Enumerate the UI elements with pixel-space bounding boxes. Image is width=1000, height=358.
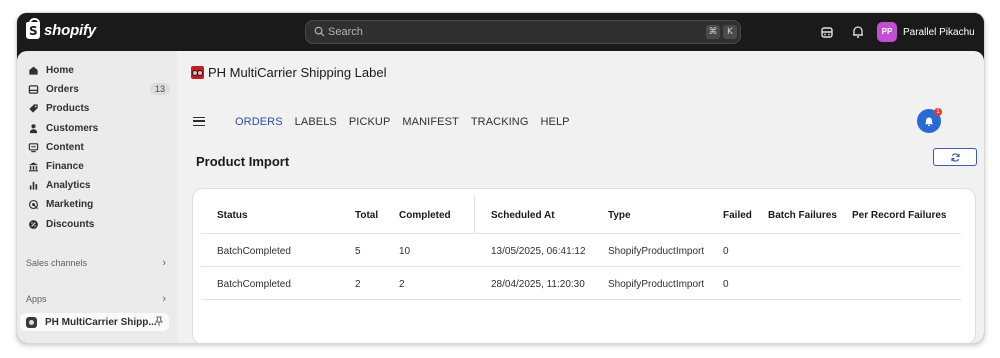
cell-status: BatchCompleted [217, 246, 291, 257]
sidebar-item-content[interactable]: Content [25, 138, 171, 157]
cell-scheduled-at: 28/04/2025, 11:20:30 [491, 279, 585, 290]
column-header-total[interactable]: Total [355, 210, 378, 221]
sidebar: Home Orders 13 Products Customers Conten… [17, 51, 177, 343]
sidebar-item-marketing[interactable]: Marketing [25, 195, 171, 214]
tab-orders[interactable]: ORDERS [235, 116, 283, 128]
bar-chart-icon [29, 182, 38, 190]
tab-help[interactable]: HELP [540, 116, 569, 128]
pin-icon[interactable] [154, 316, 164, 327]
person-icon [29, 123, 38, 133]
column-header-batch-failures[interactable]: Batch Failures [768, 210, 837, 221]
target-icon [28, 200, 39, 210]
refresh-icon [951, 153, 960, 162]
chevron-right-icon: › [162, 257, 166, 269]
table-row: BatchCompleted 2 2 28/04/2025, 11:20:30 … [201, 267, 961, 300]
bell-icon[interactable] [850, 24, 866, 40]
cell-total: 5 [355, 246, 361, 257]
orders-count-badge: 13 [149, 83, 170, 96]
cell-failed: 0 [723, 279, 729, 290]
app-header: PH MultiCarrier Shipping Label [191, 65, 386, 80]
app-nav-tabs: ORDERS LABELS PICKUP MANIFEST TRACKING H… [235, 116, 582, 128]
page-title: Product Import [196, 154, 290, 169]
cell-total: 2 [355, 279, 361, 290]
sidebar-item-label: Customers [46, 122, 99, 134]
sidebar-nav: Home Orders 13 Products Customers Conten… [25, 61, 171, 234]
tag-icon [29, 104, 38, 114]
cell-completed: 2 [399, 279, 405, 290]
table-row: BatchCompleted 5 10 13/05/2025, 06:41:12… [201, 234, 961, 267]
avatar: PP [877, 22, 897, 42]
main-content: PH MultiCarrier Shipping Label ORDERS LA… [177, 51, 984, 343]
import-table-card: Status Total Completed Scheduled At Type… [193, 189, 975, 343]
app-icon [26, 316, 37, 328]
user-name: Parallel Pikachu [903, 26, 975, 38]
sidebar-item-label: Home [46, 65, 74, 77]
notification-count-badge: 1 [934, 108, 942, 116]
refresh-button[interactable] [933, 148, 977, 166]
sidebar-item-ph-multicarrier-app[interactable]: PH MultiCarrier Shipp... [20, 313, 169, 331]
shortcut-key-cmd: ⌘ [706, 25, 720, 39]
store-icon[interactable] [819, 24, 835, 40]
column-header-type[interactable]: Type [608, 210, 631, 221]
sidebar-item-label: Discounts [46, 218, 95, 230]
sales-channels-section[interactable]: Sales channels › [26, 257, 166, 269]
column-header-scheduled-at[interactable]: Scheduled At [491, 210, 555, 221]
sidebar-item-finance[interactable]: Finance [25, 157, 171, 176]
bell-icon [925, 117, 933, 127]
sidebar-item-label: Marketing [46, 199, 94, 211]
table-header-row: Status Total Completed Scheduled At Type… [201, 195, 961, 234]
cell-completed: 10 [399, 246, 411, 257]
tab-tracking[interactable]: TRACKING [471, 116, 529, 128]
column-divider[interactable] [474, 195, 475, 234]
user-menu[interactable]: PP Parallel Pikachu [877, 22, 975, 42]
cell-type: ShopifyProductImport [608, 279, 705, 290]
tab-pickup[interactable]: PICKUP [349, 116, 391, 128]
sidebar-item-label: PH MultiCarrier Shipp... [45, 316, 157, 328]
sidebar-item-label: Finance [46, 161, 84, 173]
ph-app-logo-icon [191, 66, 204, 79]
top-bar: S shopify Search ⌘ K PP Parallel Pikachu [17, 13, 984, 51]
sidebar-item-label: Products [46, 103, 90, 115]
notifications-button[interactable]: 1 [917, 108, 942, 133]
search-placeholder: Search [328, 26, 363, 38]
home-icon [29, 66, 38, 75]
bank-icon [28, 162, 39, 172]
sidebar-item-home[interactable]: Home [25, 61, 171, 80]
column-header-per-record-failures[interactable]: Per Record Failures [852, 210, 946, 221]
column-header-failed[interactable]: Failed [723, 210, 752, 221]
tab-manifest[interactable]: MANIFEST [402, 116, 458, 128]
discount-icon [29, 219, 38, 229]
content-icon [28, 143, 39, 153]
app-window: S shopify Search ⌘ K PP Parallel Pikachu… [17, 13, 984, 343]
sales-channels-label: Sales channels [26, 258, 88, 268]
cell-type: ShopifyProductImport [608, 246, 705, 257]
apps-label: Apps [26, 294, 47, 304]
tab-labels[interactable]: LABELS [295, 116, 337, 128]
shopify-bag-icon: S [26, 18, 40, 39]
search-icon [314, 26, 325, 37]
sidebar-item-label: Orders [46, 84, 79, 96]
cell-scheduled-at: 13/05/2025, 06:41:12 [491, 246, 586, 257]
chevron-right-icon: › [162, 293, 166, 305]
logo-text: shopify [44, 22, 96, 39]
hamburger-menu-icon[interactable] [193, 117, 205, 126]
apps-section[interactable]: Apps › [26, 293, 166, 305]
cell-failed: 0 [723, 246, 729, 257]
sidebar-item-customers[interactable]: Customers [25, 119, 171, 138]
logo-glyph: S [29, 24, 38, 38]
sidebar-item-discounts[interactable]: Discounts [25, 215, 171, 234]
sidebar-item-products[interactable]: Products [25, 99, 171, 118]
app-title: PH MultiCarrier Shipping Label [208, 65, 387, 80]
sidebar-item-label: Content [46, 141, 84, 153]
search-bar[interactable]: Search ⌘ K [305, 20, 741, 44]
column-header-status[interactable]: Status [217, 210, 248, 221]
cell-status: BatchCompleted [217, 279, 291, 290]
inbox-icon [28, 85, 39, 95]
sidebar-item-analytics[interactable]: Analytics [25, 176, 171, 195]
column-header-completed[interactable]: Completed [399, 210, 451, 221]
sidebar-item-label: Analytics [46, 180, 91, 192]
shopify-logo[interactable]: S shopify [26, 18, 96, 39]
sidebar-item-orders[interactable]: Orders 13 [25, 80, 171, 99]
shortcut-key-k: K [723, 25, 737, 39]
